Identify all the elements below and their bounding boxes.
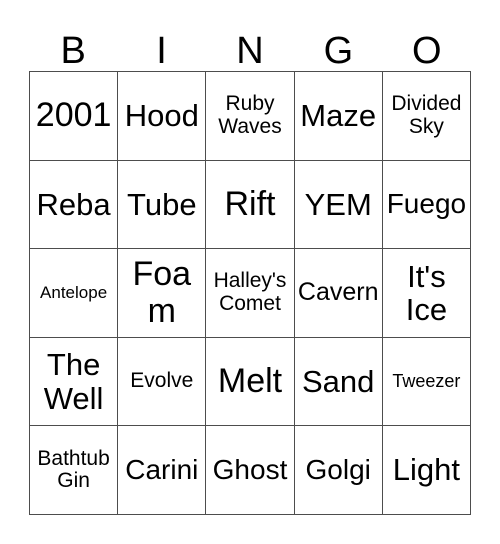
bingo-cell-label: Maze — [300, 98, 377, 134]
bingo-cell[interactable]: Rift — [206, 160, 295, 250]
bingo-row: Antelope Foam Halley's Comet Cavern It's… — [30, 249, 472, 338]
bingo-cell-label: Light — [392, 452, 461, 488]
bingo-cell-label: Carini — [125, 454, 199, 486]
bingo-cell-label: Ruby Waves — [218, 92, 282, 138]
bingo-cell[interactable]: Golgi — [294, 426, 383, 515]
bingo-header-letter-g: G — [323, 30, 354, 72]
bingo-cell[interactable]: Ruby Waves — [206, 72, 295, 161]
bingo-row: Reba Tube Rift YEM Fuego — [30, 160, 472, 250]
bingo-cell-label: Bathtub Gin — [37, 446, 110, 493]
bingo-header-letter-o: O — [411, 30, 442, 72]
bingo-cell-label: Foam — [132, 255, 192, 330]
bingo-cell[interactable]: Tube — [118, 160, 207, 250]
bingo-cell[interactable]: Melt — [206, 337, 295, 427]
bingo-cell[interactable]: Carini — [118, 426, 207, 515]
bingo-header-letter-i: I — [156, 30, 167, 72]
bingo-cell-label: YEM — [304, 186, 372, 222]
bingo-row: 2001 Hood Ruby Waves Maze Divided Sky — [30, 72, 472, 161]
bingo-cell-label: It's Ice — [405, 258, 448, 327]
bingo-cell[interactable]: Foam — [118, 249, 207, 338]
bingo-cell[interactable]: Sand — [294, 337, 383, 427]
bingo-cell-label: Fuego — [386, 188, 467, 220]
bingo-cell-label: Melt — [217, 362, 283, 401]
bingo-cell-label: Reba — [36, 186, 111, 222]
bingo-cell-label: Tube — [127, 186, 197, 222]
bingo-cell-label: Divided Sky — [391, 92, 462, 138]
bingo-header-row: B I N G O — [29, 14, 471, 71]
bingo-cell[interactable]: Cavern — [294, 249, 383, 338]
bingo-cell[interactable]: Light — [382, 426, 472, 515]
bingo-cell[interactable]: The Well — [30, 337, 119, 427]
bingo-cell[interactable]: Fuego — [382, 160, 472, 250]
bingo-header-letter-n: N — [236, 30, 264, 72]
bingo-cell[interactable]: 2001 — [30, 72, 119, 161]
bingo-cell-label: Evolve — [130, 369, 194, 393]
bingo-cell[interactable]: Tweezer — [382, 337, 472, 427]
bingo-row: Bathtub Gin Carini Ghost Golgi Light — [30, 426, 472, 515]
bingo-cell-label: 2001 — [35, 96, 112, 135]
bingo-cell[interactable]: Divided Sky — [382, 72, 472, 161]
bingo-cell-label: The Well — [43, 347, 104, 416]
bingo-cell-label: Golgi — [305, 454, 371, 486]
bingo-cell[interactable]: Maze — [294, 72, 383, 161]
bingo-cell[interactable]: It's Ice — [382, 249, 472, 338]
bingo-cell-label: Halley's Comet — [213, 269, 287, 315]
bingo-cell-label: Rift — [224, 185, 276, 224]
bingo-row: The Well Evolve Melt Sand Tweezer — [30, 337, 472, 427]
bingo-cell[interactable]: Ghost — [206, 426, 295, 515]
bingo-cell-label: Hood — [124, 98, 199, 134]
bingo-cell[interactable]: Hood — [118, 72, 207, 161]
bingo-cell-label: Ghost — [212, 454, 288, 486]
bingo-grid: 2001 Hood Ruby Waves Maze Divided Sky Re… — [29, 71, 472, 515]
bingo-cell-label: Sand — [302, 363, 375, 399]
bingo-header-letter-b: B — [60, 30, 86, 72]
bingo-cell[interactable]: Bathtub Gin — [30, 426, 119, 515]
bingo-cell-label: Antelope — [40, 282, 108, 302]
bingo-card: B I N G O 2001 Hood Ruby Waves Maze Divi… — [29, 14, 472, 515]
bingo-cell-label: Tweezer — [392, 370, 461, 391]
bingo-cell[interactable]: Reba — [30, 160, 119, 250]
bingo-cell-label: Cavern — [297, 278, 379, 307]
bingo-cell[interactable]: Antelope — [30, 249, 119, 338]
bingo-cell[interactable]: YEM — [294, 160, 383, 250]
bingo-cell[interactable]: Evolve — [118, 337, 207, 427]
bingo-cell[interactable]: Halley's Comet — [206, 249, 295, 338]
